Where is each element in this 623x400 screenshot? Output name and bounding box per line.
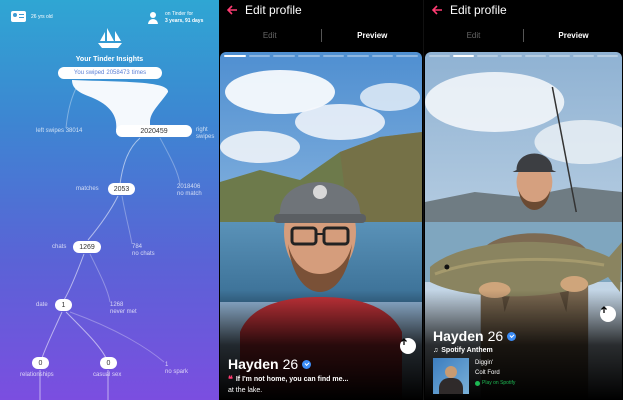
verified-badge-icon bbox=[302, 359, 312, 369]
spotify-icon bbox=[475, 380, 480, 386]
expand-profile-button[interactable] bbox=[400, 338, 416, 354]
profile-age: 26 bbox=[282, 356, 299, 372]
edit-preview-tabs: Edit Preview bbox=[424, 24, 623, 46]
right-swipes-label: right swipes bbox=[196, 127, 215, 140]
casual-sex-pill: 0 bbox=[100, 357, 117, 369]
relationships-pill: 0 bbox=[32, 357, 49, 369]
profile-preview-panel-1: Edit profile Edit Preview Hayden 26 ❝ If… bbox=[219, 0, 423, 400]
never-met-label: 1268 never met bbox=[110, 302, 137, 315]
left-swipes-label: left swipes 38014 bbox=[36, 128, 83, 134]
photo-progress-bar[interactable] bbox=[429, 55, 450, 57]
tinder-duration-indicator: on Tinder for 3 years, 91 days bbox=[148, 11, 203, 25]
profile-name: Hayden bbox=[433, 328, 484, 344]
photo-progress-bar[interactable] bbox=[322, 55, 345, 57]
profile-name: Hayden bbox=[228, 356, 279, 372]
tab-preview[interactable]: Preview bbox=[524, 31, 623, 40]
edit-preview-tabs: Edit Preview bbox=[219, 24, 423, 46]
chats-label: chats bbox=[52, 244, 67, 250]
photo-progress-bar[interactable] bbox=[273, 55, 295, 57]
age-text: 26 yrs old bbox=[31, 13, 53, 20]
expand-profile-button[interactable] bbox=[600, 306, 616, 322]
user-icon bbox=[148, 12, 161, 24]
photo-progress-bar[interactable] bbox=[573, 55, 594, 57]
age-indicator: 26 yrs old bbox=[11, 11, 53, 22]
photo-progress-bar[interactable] bbox=[501, 55, 522, 57]
photo-progress-bar[interactable] bbox=[525, 55, 546, 57]
tab-edit[interactable]: Edit bbox=[219, 31, 321, 40]
photo-progress-bar[interactable] bbox=[371, 55, 394, 57]
no-spark-label: 1 no spark bbox=[165, 362, 189, 375]
casual-sex-label: casual sex bbox=[93, 372, 122, 378]
back-arrow-icon bbox=[431, 5, 442, 15]
matches-pill: 2053 bbox=[108, 183, 135, 195]
edit-profile-header: Edit profile bbox=[219, 0, 423, 20]
play-on-spotify-link[interactable]: Play on Spotify bbox=[475, 380, 515, 386]
photo-progress-bar[interactable] bbox=[597, 55, 618, 57]
photo-progress-bars bbox=[224, 55, 418, 57]
prompt-answer: ❝ If I'm not home, you can find me... bbox=[228, 374, 414, 384]
header-title: Edit profile bbox=[245, 3, 302, 17]
insights-title: Your Tinder Insights bbox=[75, 56, 144, 63]
album-art bbox=[433, 358, 469, 394]
photo-progress-bars bbox=[429, 55, 618, 57]
name-row: Hayden 26 bbox=[228, 356, 414, 372]
photo-progress-bar[interactable] bbox=[549, 55, 570, 57]
right-swipes-pill: 2020459 bbox=[116, 125, 192, 137]
swiped-suffix: times bbox=[131, 70, 147, 76]
back-button[interactable] bbox=[424, 5, 450, 15]
chats-pill: 1269 bbox=[73, 241, 101, 253]
id-card-icon bbox=[11, 11, 26, 22]
sailboat-logo-icon bbox=[98, 28, 122, 48]
photo-progress-bar[interactable] bbox=[297, 55, 320, 57]
matches-label: matches bbox=[76, 186, 99, 192]
artist-name: Colt Ford bbox=[475, 370, 500, 376]
edit-profile-header: Edit profile bbox=[424, 0, 623, 20]
swiped-count: 2058473 bbox=[106, 70, 130, 76]
swiped-prefix: You swiped bbox=[73, 70, 105, 76]
music-note-icon: ♫ bbox=[433, 347, 439, 354]
date-pill: 1 bbox=[55, 299, 72, 311]
anthem-track[interactable]: Diggin' Colt Ford Play on Spotify bbox=[433, 358, 614, 394]
tab-edit[interactable]: Edit bbox=[424, 31, 523, 40]
relationships-label: relationships bbox=[20, 372, 54, 378]
total-swipes-pill: You swiped 2058473 times bbox=[58, 67, 162, 79]
tinder-insights-panel: 26 yrs old on Tinder for 3 years, 91 day… bbox=[0, 0, 219, 400]
arrow-up-icon bbox=[401, 338, 407, 345]
back-button[interactable] bbox=[219, 5, 245, 15]
spotify-anthem-header: ♫ Spotify Anthem bbox=[433, 347, 614, 354]
profile-info: Hayden 26 ♫ Spotify Anthem Diggin' Colt … bbox=[433, 328, 614, 394]
verified-badge-icon bbox=[507, 331, 517, 341]
duration-value: 3 years, 91 days bbox=[165, 18, 204, 24]
profile-age: 26 bbox=[487, 328, 504, 344]
profile-photo-card[interactable]: Hayden 26 ♫ Spotify Anthem Diggin' Colt … bbox=[425, 52, 622, 400]
arrow-up-icon bbox=[601, 306, 607, 313]
back-arrow-icon bbox=[226, 5, 237, 15]
profile-photo-card[interactable]: Hayden 26 ❝ If I'm not home, you can fin… bbox=[220, 52, 422, 400]
prompt-line-1: If I'm not home, you can find me... bbox=[235, 376, 349, 383]
duration-label: on Tinder for bbox=[165, 11, 194, 17]
quote-icon: ❝ bbox=[228, 374, 233, 384]
photo-progress-bar[interactable] bbox=[477, 55, 498, 57]
prompt-line-2: at the lake. bbox=[228, 387, 263, 394]
photo-progress-bar[interactable] bbox=[224, 55, 246, 57]
photo-progress-bar[interactable] bbox=[347, 55, 369, 57]
tab-preview[interactable]: Preview bbox=[322, 31, 424, 40]
profile-info: Hayden 26 ❝ If I'm not home, you can fin… bbox=[228, 356, 414, 394]
date-label: date bbox=[36, 302, 48, 308]
header-title: Edit profile bbox=[450, 3, 507, 17]
profile-preview-panel-2: Edit profile Edit Preview Hayden 26 ♫ Sp… bbox=[423, 0, 623, 400]
name-row: Hayden 26 bbox=[433, 328, 614, 344]
photo-progress-bar[interactable] bbox=[248, 55, 271, 57]
photo-progress-bar[interactable] bbox=[396, 55, 418, 57]
track-details: Diggin' Colt Ford Play on Spotify bbox=[475, 358, 515, 394]
no-match-label: 2018406 no match bbox=[177, 184, 202, 197]
song-title: Diggin' bbox=[475, 360, 494, 366]
photo-progress-bar[interactable] bbox=[453, 55, 474, 57]
anthem-label: Spotify Anthem bbox=[441, 347, 493, 354]
no-chats-label: 784 no chats bbox=[132, 244, 155, 257]
screenshot-root: 26 yrs old on Tinder for 3 years, 91 day… bbox=[0, 0, 623, 400]
